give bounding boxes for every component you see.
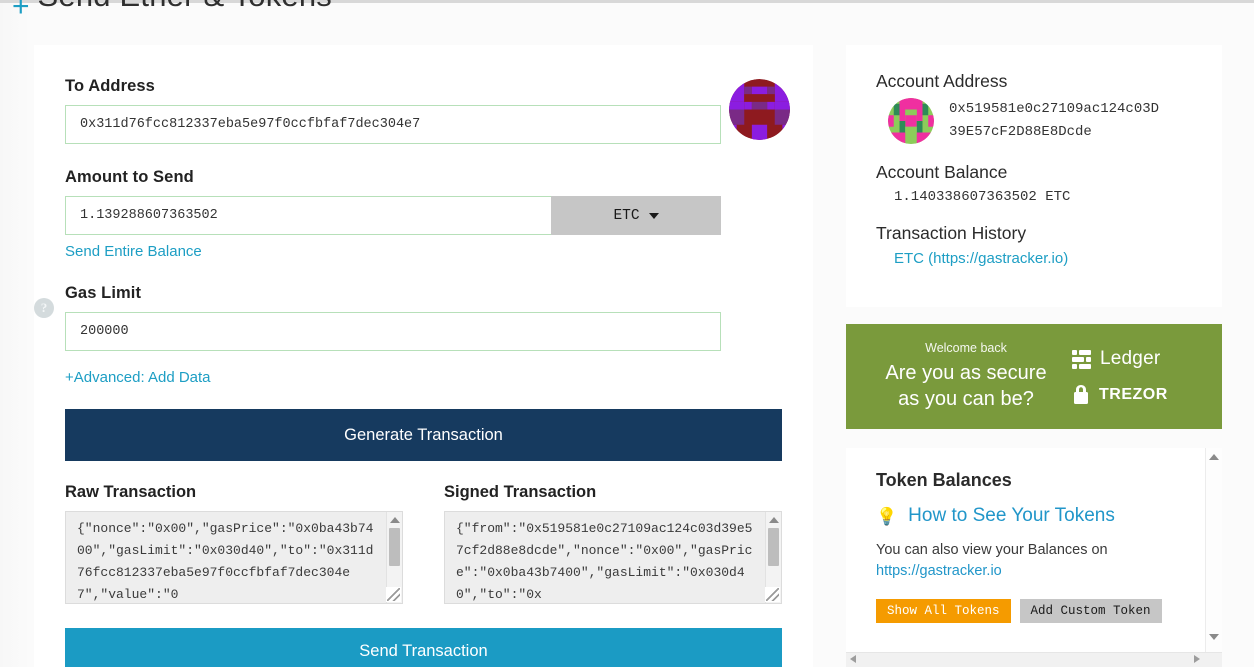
scroll-up-icon[interactable] [389, 517, 400, 523]
scrollbar-thumb[interactable] [768, 528, 779, 566]
generate-transaction-label: Generate Transaction [344, 425, 503, 444]
advanced-add-data-link[interactable]: +Advanced: Add Data [65, 369, 211, 386]
signed-transaction-label: Signed Transaction [444, 483, 597, 501]
token-balances-card: Token Balances 💡 How to See Your Tokens … [846, 448, 1222, 667]
ledger-label: Ledger [1100, 348, 1161, 369]
page-title-text: Send Ether & Tokens [38, 0, 332, 14]
account-balance-value: 1.140338607363502 ETC [894, 189, 1071, 205]
scroll-up-icon[interactable] [768, 517, 779, 523]
promo-text-block: Welcome back Are you as secure as you ca… [860, 341, 1072, 412]
scroll-down-icon[interactable] [1209, 634, 1219, 640]
lightbulb-icon: 💡 [876, 506, 898, 526]
scroll-left-icon[interactable] [850, 655, 856, 663]
gas-limit-input[interactable] [65, 312, 721, 351]
to-address-label: To Address [65, 77, 155, 95]
ledger-brand[interactable]: Ledger [1072, 348, 1160, 370]
promo-brand-list: Ledger TREZOR [1072, 348, 1200, 405]
account-address-value: 0x519581e0c27109ac124c03D39E57cF2D88E8Dc… [949, 101, 1160, 140]
trezor-brand[interactable]: TREZOR [1072, 384, 1168, 405]
promo-welcome-text: Welcome back [925, 341, 1007, 355]
signed-transaction-text: {"from":"0x519581e0c27109ac124c03d39e57c… [456, 521, 753, 602]
to-address-input[interactable] [65, 105, 721, 144]
add-custom-token-button[interactable]: Add Custom Token [1019, 599, 1162, 623]
scroll-up-icon[interactable] [1209, 454, 1219, 460]
app-page: + Send Ether & Tokens To Address Amount … [0, 0, 1254, 667]
token-panel-vertical-scrollbar[interactable] [1205, 448, 1222, 667]
generate-transaction-button[interactable]: Generate Transaction [65, 409, 782, 461]
transaction-history-row: ETC (https://gastracker.io) [876, 250, 1192, 267]
raw-transaction-column: Raw Transaction {"nonce":"0x00","gasPric… [65, 483, 403, 604]
scroll-right-icon[interactable] [1194, 655, 1200, 663]
how-to-see-tokens-row[interactable]: 💡 How to See Your Tokens [876, 505, 1194, 527]
unit-select[interactable]: ETC [551, 196, 721, 235]
show-all-tokens-button[interactable]: Show All Tokens [876, 599, 1011, 623]
promo-headline-line1: Are you as secure [885, 362, 1047, 384]
token-buttons-row: Show All Tokens Add Custom Token [876, 599, 1194, 623]
signed-transaction-column: Signed Transaction {"from":"0x519581e0c2… [444, 483, 782, 604]
account-card: Account Address 0x519581e0c27109ac124c03… [846, 45, 1222, 307]
to-address-identicon [729, 79, 790, 140]
unit-select-value: ETC [613, 207, 640, 224]
how-to-see-tokens-link[interactable]: How to See Your Tokens [908, 505, 1115, 527]
send-transaction-button[interactable]: Send Transaction [65, 628, 782, 667]
transaction-history-heading: Transaction History [876, 223, 1027, 243]
transaction-history-link[interactable]: ETC (https://gastracker.io) [894, 250, 1068, 267]
amount-row: ETC [65, 196, 782, 235]
send-entire-balance-row: Send Entire Balance [65, 243, 782, 261]
resize-grip-icon[interactable] [765, 587, 780, 602]
gas-limit-label: Gas Limit [65, 284, 142, 302]
token-note-text: You can also view your Balances on [876, 542, 1108, 558]
raw-transaction-text: {"nonce":"0x00","gasPrice":"0x0ba43b7400… [77, 521, 374, 602]
token-balances-heading: Token Balances [876, 470, 1012, 490]
token-panel-horizontal-scrollbar[interactable] [846, 652, 1222, 667]
account-address-heading: Account Address [876, 71, 1008, 91]
ledger-logo-icon [1072, 349, 1091, 369]
account-balance-heading: Account Balance [876, 162, 1008, 182]
raw-transaction-label: Raw Transaction [65, 483, 197, 501]
security-promo-banner[interactable]: Welcome back Are you as secure as you ca… [846, 324, 1222, 429]
send-entire-balance-link[interactable]: Send Entire Balance [65, 243, 202, 260]
send-form-card: To Address Amount to Send ETC Send Entir… [34, 45, 813, 667]
promo-headline-line2: as you can be? [898, 388, 1034, 410]
transaction-outputs: Raw Transaction {"nonce":"0x00","gasPric… [65, 483, 782, 604]
account-identicon [888, 98, 934, 144]
gas-limit-help-icon[interactable]: ? [34, 298, 54, 318]
advanced-row: +Advanced: Add Data [65, 369, 782, 387]
send-transaction-label: Send Transaction [359, 641, 488, 660]
account-address-row: 0x519581e0c27109ac124c03D39E57cF2D88E8Dc… [876, 98, 1192, 144]
signed-transaction-box[interactable]: {"from":"0x519581e0c27109ac124c03d39e57c… [444, 511, 782, 604]
chevron-down-icon [648, 212, 659, 219]
lock-icon [1074, 385, 1088, 404]
trezor-label: TREZOR [1099, 385, 1168, 403]
raw-transaction-box[interactable]: {"nonce":"0x00","gasPrice":"0x0ba43b7400… [65, 511, 403, 604]
amount-input[interactable] [65, 196, 551, 235]
resize-grip-icon[interactable] [386, 587, 401, 602]
scrollbar-thumb[interactable] [389, 528, 400, 566]
gastracker-link[interactable]: https://gastracker.io [876, 563, 1002, 579]
title-plus-icon: + [12, 0, 30, 23]
amount-to-send-label: Amount to Send [65, 168, 194, 186]
token-note: You can also view your Balances on https… [876, 540, 1194, 582]
page-title: + Send Ether & Tokens [12, 0, 332, 22]
